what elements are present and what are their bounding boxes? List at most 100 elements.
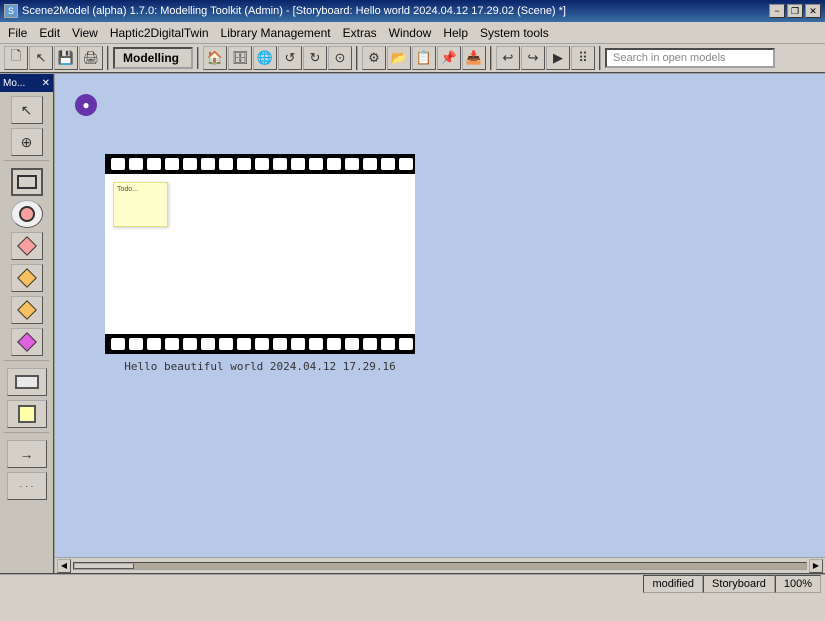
- film-hole: [111, 338, 125, 350]
- sticky-text: Todo...: [117, 186, 138, 193]
- film-hole: [201, 158, 215, 170]
- scroll-thumb[interactable]: [74, 563, 134, 569]
- filmstrip: Todo...: [105, 154, 415, 354]
- tb-clock-icon[interactable]: ⊙: [328, 46, 352, 70]
- film-hole: [165, 338, 179, 350]
- filmstrip-inner: Todo...: [105, 174, 415, 334]
- tb-file-icon[interactable]: 🗋: [4, 46, 28, 70]
- titlebar: S Scene2Model (alpha) 1.7.0: Modelling T…: [0, 0, 825, 22]
- menubar: File Edit View Haptic2DigitalTwin Librar…: [0, 22, 825, 44]
- tool-crosshair[interactable]: ⊕: [11, 128, 43, 156]
- tool-diamond2[interactable]: [11, 264, 43, 292]
- horizontal-scrollbar[interactable]: ◀ ▶: [55, 557, 825, 573]
- film-hole: [255, 158, 269, 170]
- film-hole: [291, 158, 305, 170]
- film-hole: [219, 158, 233, 170]
- menu-edit[interactable]: Edit: [33, 24, 66, 42]
- toolbar-group-main: 🗋 ↖ 💾 🖨: [4, 46, 109, 70]
- film-hole: [165, 158, 179, 170]
- tb-home-icon[interactable]: 🏠: [203, 46, 227, 70]
- titlebar-controls[interactable]: − ❐ ✕: [769, 4, 821, 18]
- film-hole: [255, 338, 269, 350]
- menu-library[interactable]: Library Management: [215, 24, 337, 42]
- toolbar: 🗋 ↖ 💾 🖨 Modelling 🏠 🗄 🌐 ↺ ↻ ⊙ ⚙ 📂 📋 📌 📥 …: [0, 44, 825, 74]
- purple-scene-icon[interactable]: ●: [75, 94, 97, 116]
- statusbar: modified Storyboard 100%: [0, 573, 825, 593]
- film-hole: [363, 338, 377, 350]
- tb-save-icon[interactable]: 💾: [54, 46, 78, 70]
- tb-refresh2-icon[interactable]: ↻: [303, 46, 327, 70]
- tb-action4-icon[interactable]: 📌: [437, 46, 461, 70]
- tb-db-icon[interactable]: 🗄: [228, 46, 252, 70]
- status-zoom: 100%: [775, 575, 821, 593]
- tool-dotted[interactable]: · · ·: [7, 472, 47, 500]
- tb-redo-icon[interactable]: ↪: [521, 46, 545, 70]
- tb-action2-icon[interactable]: 📂: [387, 46, 411, 70]
- scroll-left-button[interactable]: ◀: [57, 559, 71, 573]
- tool-rect2[interactable]: [7, 368, 47, 396]
- tool-separator-2: [4, 360, 49, 364]
- menu-help[interactable]: Help: [437, 24, 474, 42]
- film-hole: [237, 338, 251, 350]
- canvas-area: ●: [55, 74, 825, 573]
- film-hole: [147, 158, 161, 170]
- filmstrip-top: [105, 154, 415, 174]
- menu-view[interactable]: View: [66, 24, 104, 42]
- film-hole: [309, 158, 323, 170]
- film-hole: [129, 338, 143, 350]
- menu-file[interactable]: File: [2, 24, 33, 42]
- film-hole: [183, 338, 197, 350]
- canvas-scroll[interactable]: ●: [55, 74, 825, 573]
- film-hole: [363, 158, 377, 170]
- toolbar-group-search: Search in open models: [605, 48, 779, 68]
- tb-undo-icon[interactable]: ↩: [496, 46, 520, 70]
- titlebar-left: S Scene2Model (alpha) 1.7.0: Modelling T…: [4, 4, 566, 18]
- scroll-right-button[interactable]: ▶: [809, 559, 823, 573]
- film-hole: [201, 338, 215, 350]
- toolbar-label: Modelling: [113, 47, 193, 69]
- menu-window[interactable]: Window: [383, 24, 438, 42]
- menu-extras[interactable]: Extras: [337, 24, 383, 42]
- panel-title: Mo...: [3, 78, 25, 89]
- search-box[interactable]: Search in open models: [605, 48, 775, 68]
- tb-globe-icon[interactable]: 🌐: [253, 46, 277, 70]
- left-panel: Mo... ✕ ↖ ⊕ → · ·: [0, 74, 55, 573]
- tool-circle1[interactable]: [11, 200, 43, 228]
- film-hole: [273, 158, 287, 170]
- film-hole: [327, 338, 341, 350]
- menu-systemtools[interactable]: System tools: [474, 24, 555, 42]
- tb-refresh-icon[interactable]: ↺: [278, 46, 302, 70]
- status-modified: modified: [643, 575, 703, 593]
- storyboard-frame: Todo...: [105, 154, 415, 373]
- tb-grid-icon[interactable]: ⠿: [571, 46, 595, 70]
- tool-arrow[interactable]: →: [7, 440, 47, 468]
- menu-haptic[interactable]: Haptic2DigitalTwin: [104, 24, 215, 42]
- tool-diamond3[interactable]: [11, 296, 43, 324]
- tool-rectangle[interactable]: [11, 168, 43, 196]
- minimize-button[interactable]: −: [769, 4, 785, 18]
- tool-diamond4[interactable]: [11, 328, 43, 356]
- tb-cursor-icon[interactable]: ↖: [29, 46, 53, 70]
- tb-action5-icon[interactable]: 📥: [462, 46, 486, 70]
- film-hole: [237, 158, 251, 170]
- film-hole: [345, 158, 359, 170]
- film-hole: [129, 158, 143, 170]
- film-hole: [309, 338, 323, 350]
- tb-action3-icon[interactable]: 📋: [412, 46, 436, 70]
- tb-print-icon[interactable]: 🖨: [79, 46, 103, 70]
- tool-cursor[interactable]: ↖: [11, 96, 43, 124]
- panel-close-button[interactable]: ✕: [42, 78, 50, 89]
- film-hole: [399, 338, 413, 350]
- film-hole: [273, 338, 287, 350]
- tb-arrow-icon[interactable]: ▶: [546, 46, 570, 70]
- titlebar-title: Scene2Model (alpha) 1.7.0: Modelling Too…: [22, 5, 566, 17]
- close-button[interactable]: ✕: [805, 4, 821, 18]
- film-hole: [327, 158, 341, 170]
- tool-note[interactable]: [7, 400, 47, 428]
- tb-action1-icon[interactable]: ⚙: [362, 46, 386, 70]
- film-hole: [399, 158, 413, 170]
- toolbar-group-actions: ⚙ 📂 📋 📌 📥: [362, 46, 492, 70]
- restore-button[interactable]: ❐: [787, 4, 803, 18]
- scroll-track[interactable]: [73, 562, 807, 570]
- tool-diamond1[interactable]: [11, 232, 43, 260]
